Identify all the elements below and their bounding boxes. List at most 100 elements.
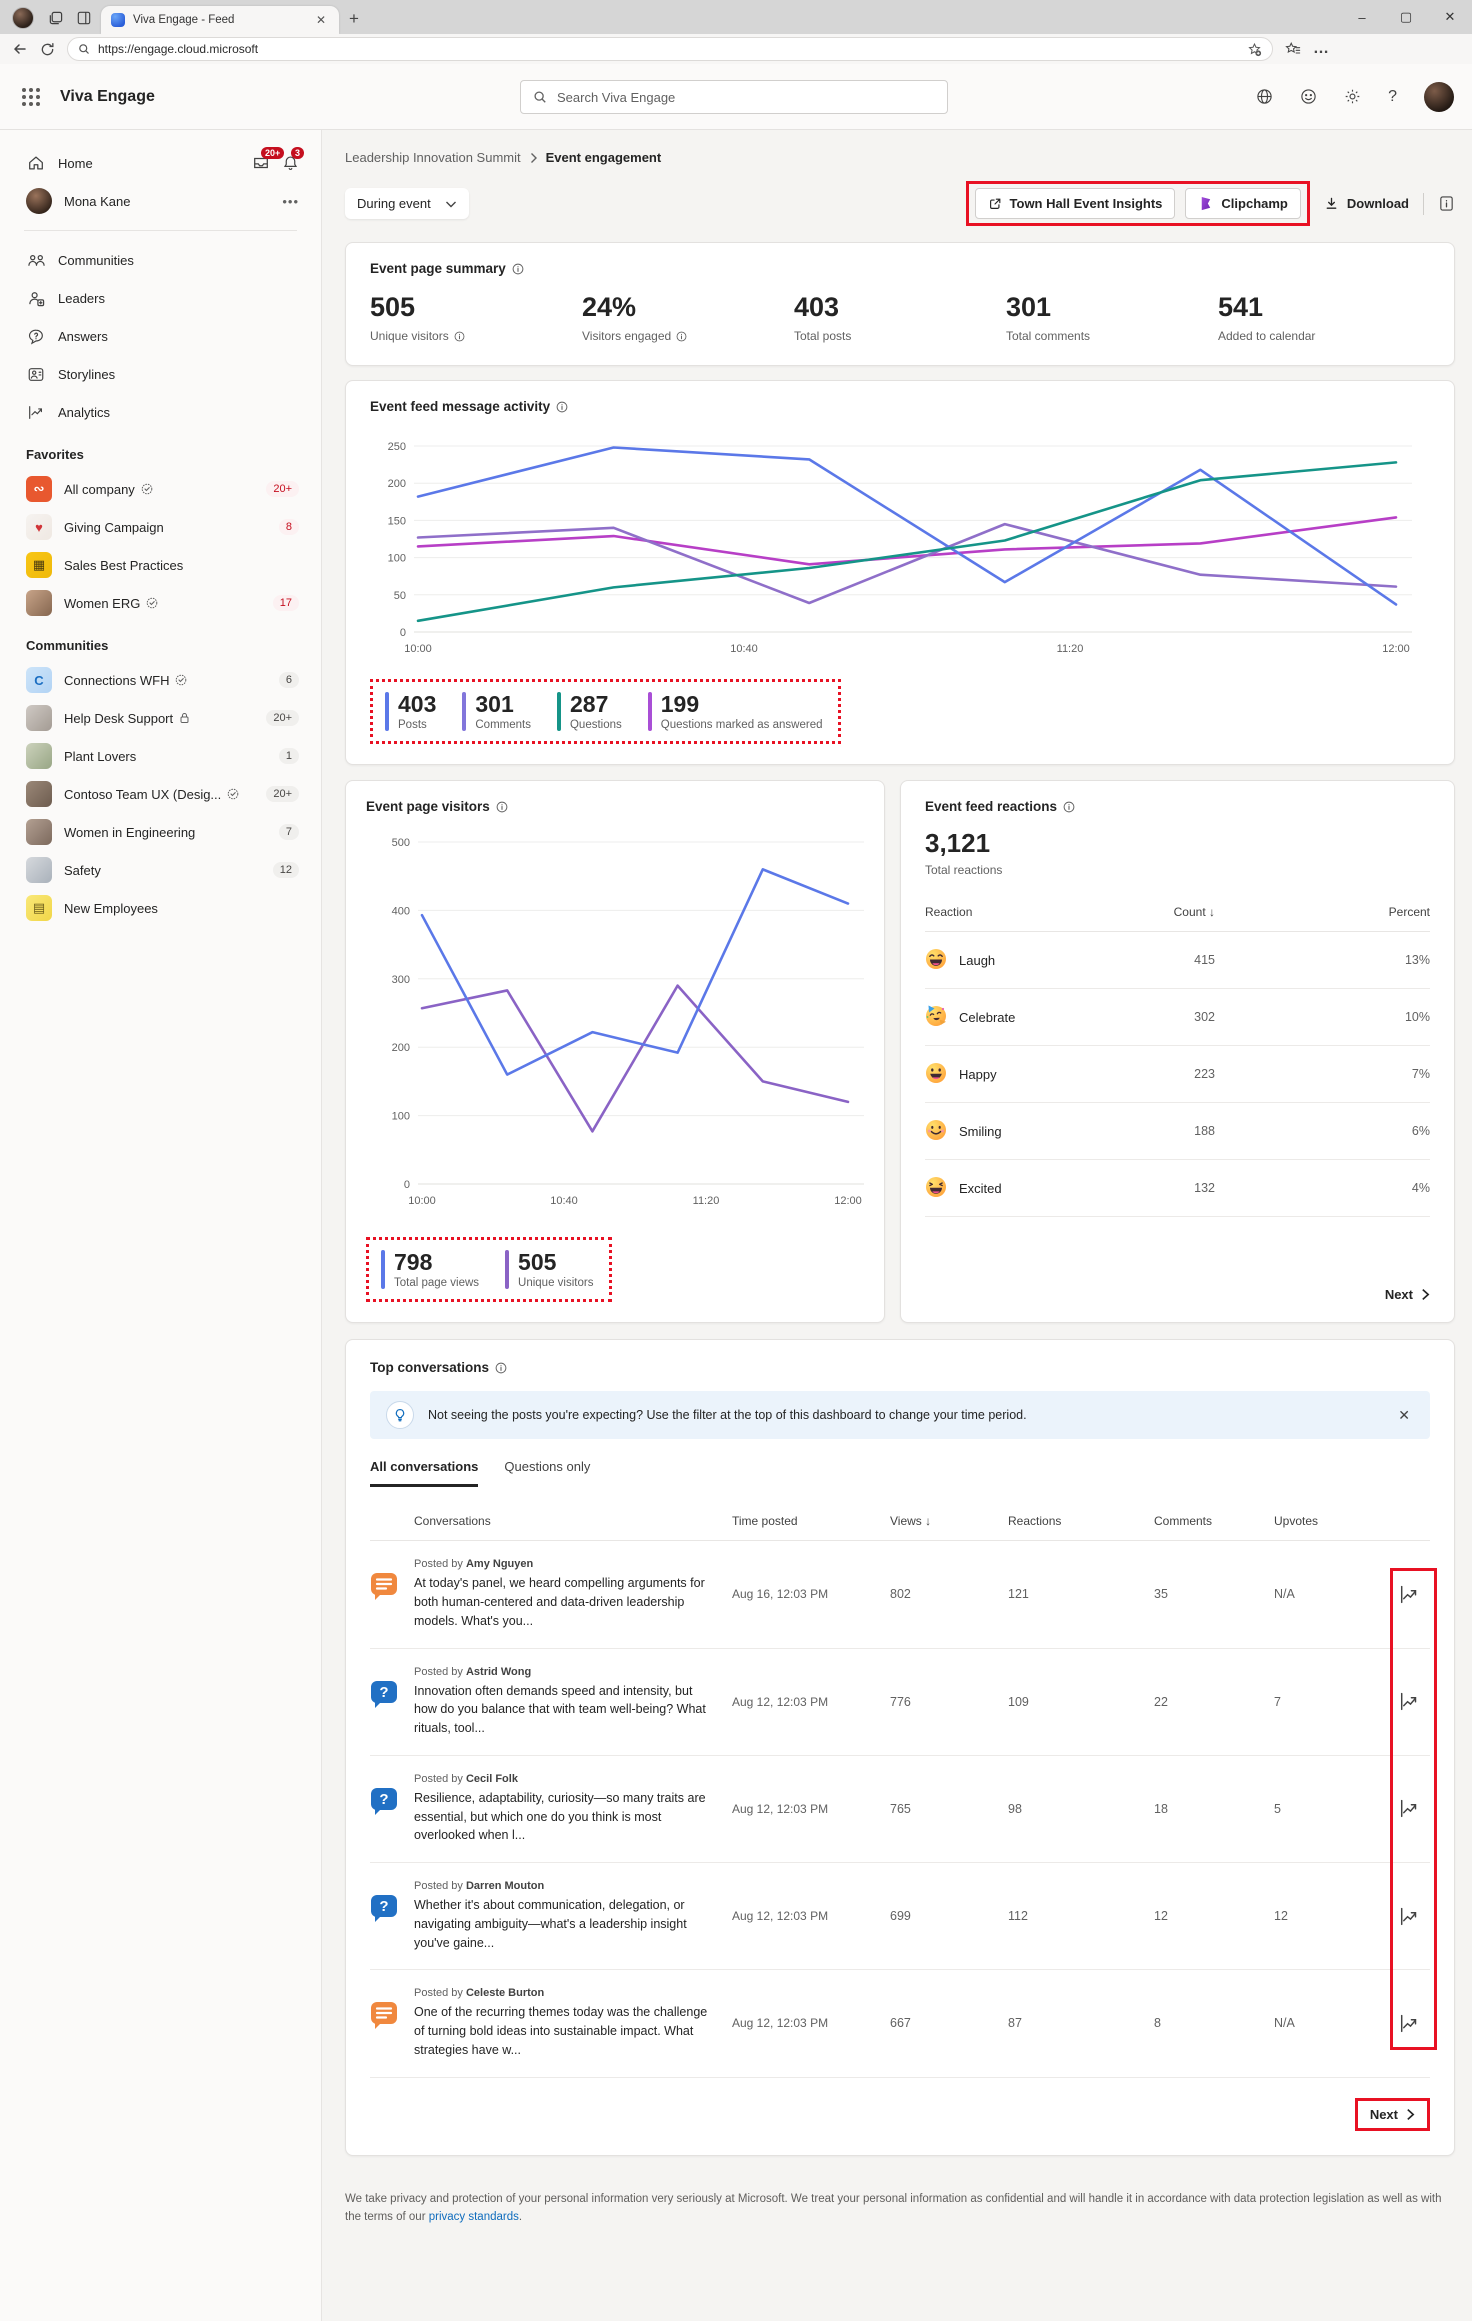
- verified-icon: [227, 788, 239, 800]
- privacy-standards-link[interactable]: privacy standards: [429, 2211, 519, 2223]
- profile-more-icon[interactable]: •••: [282, 194, 299, 209]
- info-icon[interactable]: [512, 263, 524, 275]
- favorites-bar-icon[interactable]: [1285, 41, 1301, 57]
- browser-tab[interactable]: Viva Engage - Feed ✕: [101, 6, 339, 34]
- communities-item-help-desk-support[interactable]: Help Desk Support 20+: [0, 699, 321, 737]
- back-icon[interactable]: [12, 41, 28, 57]
- tab-close-icon[interactable]: ✕: [313, 13, 329, 27]
- sidebar-item-communities[interactable]: Communities: [0, 241, 321, 279]
- community-avatar: [26, 819, 52, 845]
- new-tab-button[interactable]: +: [349, 9, 359, 29]
- reactions-next-button[interactable]: Next: [1385, 1287, 1430, 1302]
- refresh-icon[interactable]: [40, 42, 55, 57]
- sidebar-panel-icon[interactable]: [77, 11, 91, 25]
- post-analytics-icon[interactable]: [1397, 1797, 1430, 1820]
- reaction-percent: 13%: [1404, 953, 1430, 968]
- post-analytics-icon[interactable]: [1397, 2012, 1430, 2035]
- communities-item-connections-wfh[interactable]: C Connections WFH 6: [0, 661, 321, 699]
- sidebar-item-profile[interactable]: Mona Kane •••: [0, 182, 321, 220]
- communities-item-contoso-team-ux-desig[interactable]: Contoso Team UX (Desig... 20+: [0, 775, 321, 813]
- browser-profile-avatar[interactable]: [12, 7, 34, 29]
- breadcrumb-parent[interactable]: Leadership Innovation Summit: [345, 150, 521, 165]
- sidebar-item-home[interactable]: Home 20+ 3: [0, 144, 321, 182]
- col-upvotes[interactable]: Upvotes: [1274, 1514, 1390, 1528]
- report-info-icon[interactable]: [1438, 195, 1455, 212]
- clipchamp-button[interactable]: Clipchamp: [1185, 188, 1301, 219]
- col-count[interactable]: Count ↓: [1115, 905, 1215, 919]
- sidebar-item-leaders[interactable]: Leaders: [0, 279, 321, 317]
- info-icon[interactable]: [556, 401, 568, 413]
- bell-icon[interactable]: 3: [282, 147, 305, 172]
- conversation-text[interactable]: Innovation often demands speed and inten…: [414, 1682, 714, 1738]
- community-label: Contoso Team UX (Desig...: [64, 787, 254, 802]
- feedback-smiley-icon[interactable]: [1300, 88, 1317, 105]
- metric-total-page-views: 798 Total page views: [381, 1250, 479, 1290]
- col-views[interactable]: Views ↓: [890, 1514, 1008, 1528]
- info-icon[interactable]: [454, 331, 465, 342]
- town-hall-event-insights-button[interactable]: Town Hall Event Insights: [974, 188, 1176, 219]
- add-favorite-icon[interactable]: [1247, 42, 1262, 57]
- post-analytics-icon[interactable]: [1397, 1583, 1430, 1606]
- favorites-item-giving-campaign[interactable]: ♥ Giving Campaign 8: [0, 508, 321, 546]
- info-icon[interactable]: [676, 331, 687, 342]
- comments-value: 8: [1154, 2016, 1161, 2031]
- info-icon[interactable]: [496, 801, 508, 813]
- views-value: 667: [890, 2016, 911, 2031]
- conversation-text[interactable]: Whether it's about communication, delega…: [414, 1896, 714, 1952]
- communities-item-new-employees[interactable]: ▤ New Employees: [0, 889, 321, 927]
- metric-value: 199: [660, 691, 700, 717]
- visitors-title: Event page visitors: [366, 799, 490, 815]
- url-bar[interactable]: https://engage.cloud.microsoft: [67, 37, 1273, 61]
- clipchamp-icon: [1202, 196, 1211, 211]
- reactions-value: 87: [1008, 2016, 1022, 2031]
- sidebar-item-label: Communities: [58, 252, 134, 268]
- communities-item-plant-lovers[interactable]: Plant Lovers 1: [0, 737, 321, 775]
- favorites-item-all-company[interactable]: ∾ All company 20+: [0, 470, 321, 508]
- browser-menu-icon[interactable]: …: [1313, 40, 1331, 58]
- views-value: 776: [890, 1694, 911, 1709]
- col-reaction[interactable]: Reaction: [925, 905, 1115, 919]
- info-icon[interactable]: [1063, 801, 1075, 813]
- col-reactions[interactable]: Reactions: [1008, 1514, 1154, 1528]
- svg-text:11:20: 11:20: [1057, 643, 1084, 655]
- post-analytics-icon[interactable]: [1397, 1690, 1430, 1713]
- conversation-text[interactable]: At today's panel, we heard compelling ar…: [414, 1574, 714, 1630]
- sidebar-item-storylines[interactable]: Storylines: [0, 355, 321, 393]
- tab-all-conversations[interactable]: All conversations: [370, 1459, 479, 1488]
- communities-item-women-in-engineering[interactable]: Women in Engineering 7: [0, 813, 321, 851]
- app-launcher-icon[interactable]: [22, 87, 40, 106]
- window-minimize-button[interactable]: –: [1340, 10, 1384, 25]
- search-input[interactable]: Search Viva Engage: [520, 80, 948, 114]
- tab-questions-only[interactable]: Questions only: [504, 1459, 590, 1487]
- globe-icon[interactable]: [1256, 88, 1273, 105]
- info-icon[interactable]: [495, 1362, 507, 1374]
- sidebar-item-analytics[interactable]: Analytics: [0, 393, 321, 431]
- help-icon[interactable]: ?: [1388, 88, 1397, 106]
- download-button[interactable]: Download: [1324, 196, 1409, 211]
- inbox-icon[interactable]: 20+: [252, 147, 285, 172]
- workspaces-icon[interactable]: [48, 11, 63, 26]
- col-conversations[interactable]: Conversations: [414, 1514, 732, 1528]
- col-percent[interactable]: Percent: [1215, 905, 1430, 919]
- col-time-posted[interactable]: Time posted: [732, 1514, 890, 1528]
- search-icon: [78, 43, 90, 55]
- community-avatar: [26, 781, 52, 807]
- user-avatar[interactable]: [1424, 81, 1454, 112]
- banner-close-icon[interactable]: ✕: [1394, 1407, 1414, 1424]
- metric-unique-visitors: 505 Unique visitors: [505, 1250, 593, 1290]
- time-period-dropdown[interactable]: During event: [345, 188, 469, 219]
- window-maximize-button[interactable]: ▢: [1384, 9, 1428, 25]
- favorites-item-sales-best-practices[interactable]: ▦ Sales Best Practices: [0, 546, 321, 584]
- conversations-next-button[interactable]: Next: [1370, 2107, 1415, 2122]
- window-close-button[interactable]: ✕: [1428, 9, 1472, 25]
- settings-gear-icon[interactable]: [1344, 88, 1361, 105]
- communities-item-safety[interactable]: Safety 12: [0, 851, 321, 889]
- favorites-item-women-erg[interactable]: Women ERG 17: [0, 584, 321, 622]
- post-analytics-icon[interactable]: [1397, 1905, 1430, 1928]
- sidebar-item-answers[interactable]: Answers: [0, 317, 321, 355]
- activity-title: Event feed message activity: [370, 399, 551, 414]
- reaction-label: Excited: [959, 1180, 1002, 1196]
- col-comments[interactable]: Comments: [1154, 1514, 1274, 1528]
- conversation-text[interactable]: One of the recurring themes today was th…: [414, 2003, 714, 2059]
- conversation-text[interactable]: Resilience, adaptability, curiosity—so m…: [414, 1789, 714, 1845]
